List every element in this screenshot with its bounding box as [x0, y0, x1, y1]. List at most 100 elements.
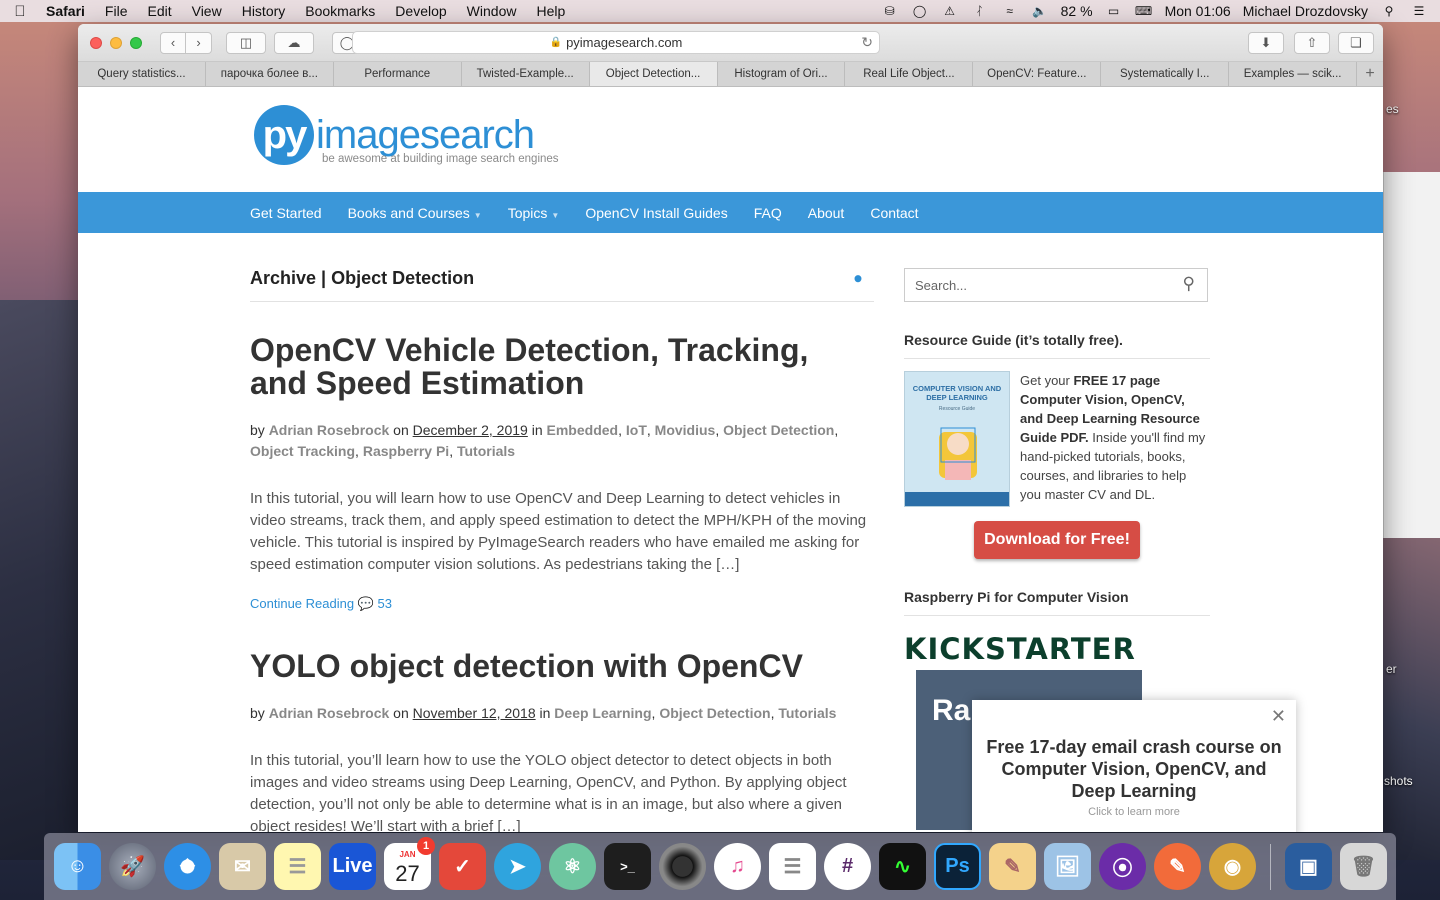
- activity-warning-icon[interactable]: ⚠: [941, 4, 959, 18]
- preview-icon[interactable]: 🖼: [1044, 843, 1091, 890]
- photoshop-icon[interactable]: Ps: [934, 843, 981, 890]
- category-link[interactable]: Embedded: [547, 422, 619, 438]
- reminders-icon[interactable]: ☰: [769, 843, 816, 890]
- forward-button[interactable]: ›: [186, 31, 212, 54]
- nav-topics[interactable]: Topics ▼: [508, 205, 560, 221]
- ableton-live-icon[interactable]: Live: [329, 843, 376, 890]
- cyberduck-icon[interactable]: ◉: [1209, 843, 1256, 890]
- wifi-icon[interactable]: ≈: [1001, 4, 1019, 18]
- reload-icon[interactable]: ↻: [861, 34, 873, 51]
- desktop-item-label[interactable]: es: [1386, 102, 1399, 116]
- notes-icon[interactable]: ☰: [274, 843, 321, 890]
- onepassword-icon[interactable]: ◯: [911, 4, 929, 18]
- volume-icon[interactable]: 🔈: [1031, 4, 1049, 18]
- pages-icon[interactable]: ✎: [989, 843, 1036, 890]
- category-link[interactable]: Object Detection: [659, 705, 770, 721]
- sketch-pen-icon[interactable]: ✎: [1154, 843, 1201, 890]
- nav-books-courses[interactable]: Books and Courses ▼: [348, 205, 482, 221]
- tab[interactable]: парочка более в...: [206, 62, 334, 86]
- sidebar-toggle-button[interactable]: ◫: [226, 31, 266, 54]
- tab[interactable]: Twisted-Example...: [462, 62, 590, 86]
- atom-icon[interactable]: ⚛: [549, 843, 596, 890]
- tab-active[interactable]: Object Detection...: [589, 62, 718, 86]
- apple-menu-icon[interactable]: : [0, 3, 40, 20]
- menu-help[interactable]: Help: [526, 3, 575, 19]
- telegram-icon[interactable]: ➤: [494, 843, 541, 890]
- menu-bookmarks[interactable]: Bookmarks: [295, 3, 385, 19]
- tab[interactable]: Histogram of Ori...: [718, 62, 846, 86]
- menu-edit[interactable]: Edit: [137, 3, 181, 19]
- keyboard-icon[interactable]: ⌨: [1135, 4, 1153, 18]
- safari-icon[interactable]: ❖: [164, 843, 211, 890]
- calendar-icon[interactable]: JAN 27 1: [384, 837, 435, 890]
- desktop-item-label[interactable]: shots: [1384, 774, 1413, 788]
- menu-app-name[interactable]: Safari: [40, 3, 95, 19]
- search-input[interactable]: Search... ⚲: [904, 268, 1208, 302]
- address-bar[interactable]: 🔒 pyimagesearch.com ↻: [352, 31, 880, 54]
- tab-overview-button[interactable]: ❏: [1338, 32, 1374, 54]
- tab[interactable]: Examples — scik...: [1229, 62, 1358, 86]
- post-title[interactable]: YOLO object detection with OpenCV: [250, 650, 874, 683]
- nav-install-guides[interactable]: OpenCV Install Guides: [585, 205, 727, 221]
- menu-window[interactable]: Window: [457, 3, 527, 19]
- camera-icon[interactable]: [659, 843, 706, 890]
- screenshots-folder-icon[interactable]: ▣: [1285, 843, 1332, 890]
- category-link[interactable]: Tutorials: [457, 443, 515, 459]
- rss-icon[interactable]: ⦁: [854, 270, 862, 288]
- author-link[interactable]: Adrian Rosebrock: [269, 422, 390, 438]
- resource-guide-cover[interactable]: COMPUTER VISION AND DEEP LEARNING Resour…: [904, 371, 1010, 507]
- category-link[interactable]: Object Detection: [723, 422, 834, 438]
- nav-about[interactable]: About: [808, 205, 845, 221]
- category-link[interactable]: Tutorials: [778, 705, 836, 721]
- slack-icon[interactable]: #: [824, 843, 871, 890]
- tab[interactable]: OpenCV: Feature...: [973, 62, 1102, 86]
- icloud-tabs-button[interactable]: ☁: [274, 31, 314, 54]
- menu-view[interactable]: View: [182, 3, 232, 19]
- nav-contact[interactable]: Contact: [870, 205, 918, 221]
- category-link[interactable]: IoT: [626, 422, 647, 438]
- zoom-window-button[interactable]: [130, 36, 142, 49]
- category-link[interactable]: Raspberry Pi: [363, 443, 449, 459]
- close-icon[interactable]: ✕: [1271, 706, 1286, 727]
- trash-icon[interactable]: 🗑: [1340, 843, 1387, 890]
- back-button[interactable]: ‹: [160, 31, 186, 54]
- menubar-clock[interactable]: Mon 01:06: [1165, 3, 1231, 19]
- menubar-user[interactable]: Michael Drozdovsky: [1243, 3, 1368, 19]
- menu-file[interactable]: File: [95, 3, 138, 19]
- battery-percent[interactable]: 82 %: [1061, 3, 1093, 19]
- site-logo[interactable]: py imagesearch be awesome at building im…: [254, 105, 559, 165]
- email-course-popup[interactable]: ✕ Free 17-day email crash course on Comp…: [972, 700, 1296, 832]
- launchpad-icon[interactable]: 🚀: [109, 843, 156, 890]
- nav-get-started[interactable]: Get Started: [250, 205, 322, 221]
- database-icon[interactable]: ⛁: [881, 4, 899, 18]
- terminal-icon[interactable]: >_: [604, 843, 651, 890]
- notification-center-icon[interactable]: ☰: [1410, 4, 1428, 18]
- download-free-button[interactable]: Download for Free!: [974, 521, 1140, 559]
- bluetooth-icon[interactable]: ᛮ: [971, 4, 989, 18]
- kickstarter-logo[interactable]: KICKSTARTER: [904, 632, 1210, 666]
- tab[interactable]: Performance: [334, 62, 462, 86]
- post-title[interactable]: OpenCV Vehicle Detection, Tracking, and …: [250, 334, 874, 400]
- popup-subtitle[interactable]: Click to learn more: [972, 806, 1296, 818]
- share-button[interactable]: ⇧: [1294, 32, 1330, 54]
- finder-icon[interactable]: ☺: [54, 843, 101, 890]
- podcasts-icon[interactable]: ⦿: [1099, 843, 1146, 890]
- new-tab-button[interactable]: +: [1357, 62, 1383, 86]
- close-window-button[interactable]: [90, 36, 102, 49]
- tab[interactable]: Real Life Object...: [845, 62, 974, 86]
- nav-faq[interactable]: FAQ: [754, 205, 782, 221]
- category-link[interactable]: Deep Learning: [554, 705, 651, 721]
- mail-stamp-icon[interactable]: ✉: [219, 843, 266, 890]
- author-link[interactable]: Adrian Rosebrock: [269, 705, 390, 721]
- continue-reading-link[interactable]: Continue Reading 💬 53: [250, 596, 874, 612]
- desktop-item-label[interactable]: er: [1386, 662, 1397, 676]
- tab[interactable]: Systematically I...: [1101, 62, 1230, 86]
- background-window[interactable]: [1383, 172, 1440, 538]
- menu-develop[interactable]: Develop: [385, 3, 456, 19]
- itunes-icon[interactable]: ♫: [714, 843, 761, 890]
- downloads-button[interactable]: ⬇: [1248, 32, 1284, 54]
- todoist-icon[interactable]: ✓: [439, 843, 486, 890]
- category-link[interactable]: Movidius: [655, 422, 716, 438]
- minimize-window-button[interactable]: [110, 36, 122, 49]
- menu-history[interactable]: History: [232, 3, 296, 19]
